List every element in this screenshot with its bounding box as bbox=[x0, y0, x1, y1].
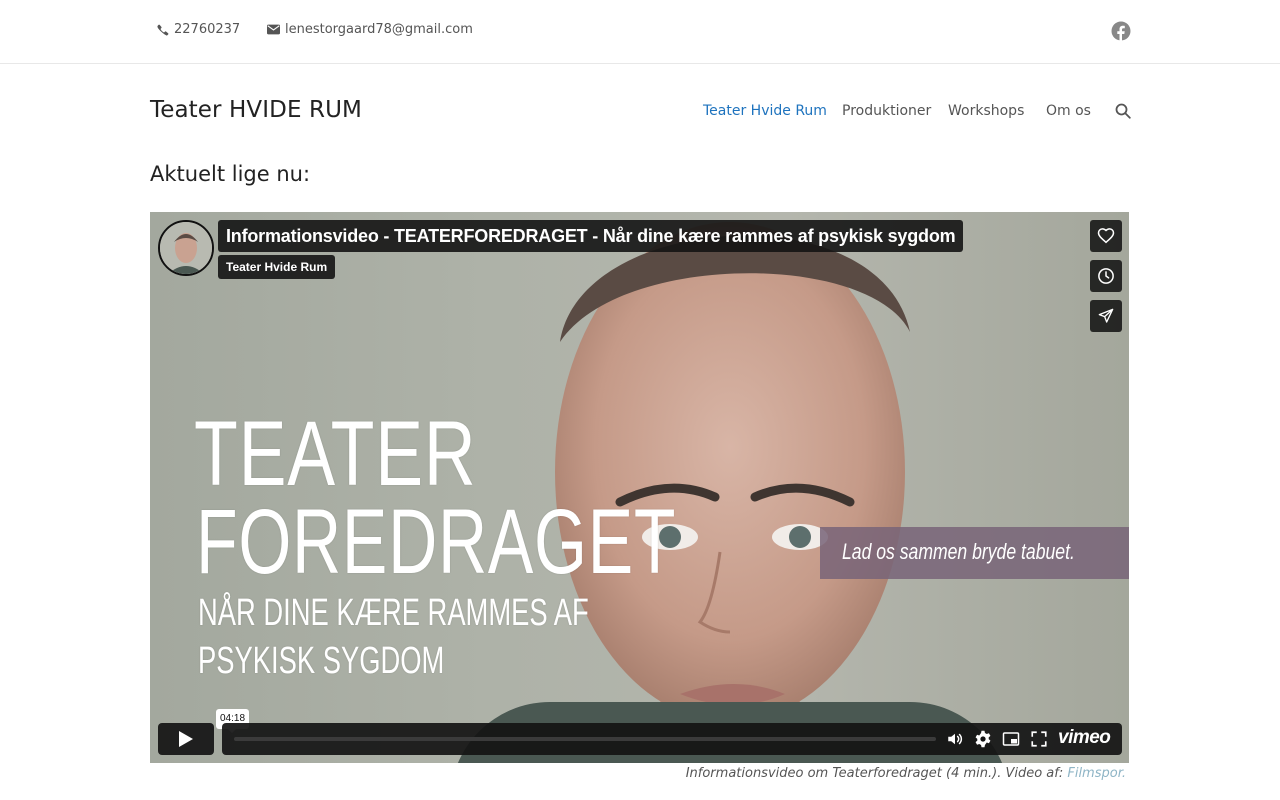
picture-in-picture-icon[interactable] bbox=[1002, 730, 1020, 748]
fullscreen-icon[interactable] bbox=[1030, 730, 1048, 748]
heart-icon bbox=[1097, 228, 1115, 244]
poster-tagline: Lad os sammen bryde tabuet. bbox=[820, 527, 1129, 579]
play-button[interactable] bbox=[158, 723, 214, 755]
poster-tagline-text: Lad os sammen bryde tabuet. bbox=[842, 539, 1075, 564]
poster-subtitle-line-2: PSYKISK SYGDOM bbox=[198, 640, 445, 682]
video-poster-portrait bbox=[555, 222, 910, 763]
phone-number: 22760237 bbox=[174, 22, 241, 37]
video-channel-name[interactable]: Teater Hvide Rum bbox=[218, 255, 336, 279]
video-caption-text: Informationsvideo om Teaterforedraget (4… bbox=[685, 766, 1068, 781]
main-navigation: Teater Hvide Rum Produktioner Workshops … bbox=[0, 103, 1280, 123]
envelope-icon bbox=[267, 24, 280, 35]
email-address: lenestorgaard78@gmail.com bbox=[285, 22, 473, 37]
nav-item-workshops[interactable]: Workshops bbox=[948, 103, 1024, 119]
nav-item-om-os[interactable]: Om os bbox=[1046, 103, 1091, 119]
section-title: Aktuelt lige nu: bbox=[150, 162, 311, 186]
search-icon[interactable] bbox=[1115, 103, 1131, 119]
paper-plane-icon bbox=[1098, 308, 1114, 323]
volume-icon[interactable] bbox=[946, 730, 964, 748]
clock-icon bbox=[1098, 268, 1114, 284]
top-bar: 22760237 lenestorgaard78@gmail.com bbox=[0, 0, 1280, 64]
progress-track[interactable] bbox=[234, 737, 936, 741]
nav-item-produktioner[interactable]: Produktioner bbox=[842, 103, 931, 119]
play-icon bbox=[179, 731, 193, 747]
email-contact[interactable]: lenestorgaard78@gmail.com bbox=[267, 22, 473, 37]
like-button[interactable] bbox=[1090, 220, 1122, 252]
vimeo-logo[interactable]: vimeo bbox=[1058, 727, 1111, 749]
video-caption: Informationsvideo om Teaterforedraget (4… bbox=[686, 766, 1126, 781]
player-control-bar: vimeo bbox=[222, 723, 1122, 755]
poster-subtitle-line-1: NÅR DINE KÆRE RAMMES AF bbox=[198, 592, 589, 634]
poster-title-line-2: FOREDRAGET bbox=[196, 491, 677, 593]
nav-item-teater-hvide-rum[interactable]: Teater Hvide Rum bbox=[703, 103, 827, 119]
settings-icon[interactable] bbox=[974, 730, 992, 748]
phone-icon bbox=[157, 24, 169, 35]
phone-contact[interactable]: 22760237 bbox=[157, 22, 240, 37]
video-player[interactable]: TEATER FOREDRAGET NÅR DINE KÆRE RAMMES A… bbox=[150, 212, 1129, 763]
video-title[interactable]: Informationsvideo - TEATERFOREDRAGET - N… bbox=[218, 220, 964, 252]
share-button[interactable] bbox=[1090, 300, 1122, 332]
avatar-portrait-icon bbox=[160, 222, 212, 274]
facebook-icon[interactable] bbox=[1111, 21, 1131, 41]
channel-avatar[interactable] bbox=[158, 220, 214, 276]
watch-later-button[interactable] bbox=[1090, 260, 1122, 292]
filmspor-link[interactable]: Filmspor. bbox=[1067, 766, 1126, 781]
